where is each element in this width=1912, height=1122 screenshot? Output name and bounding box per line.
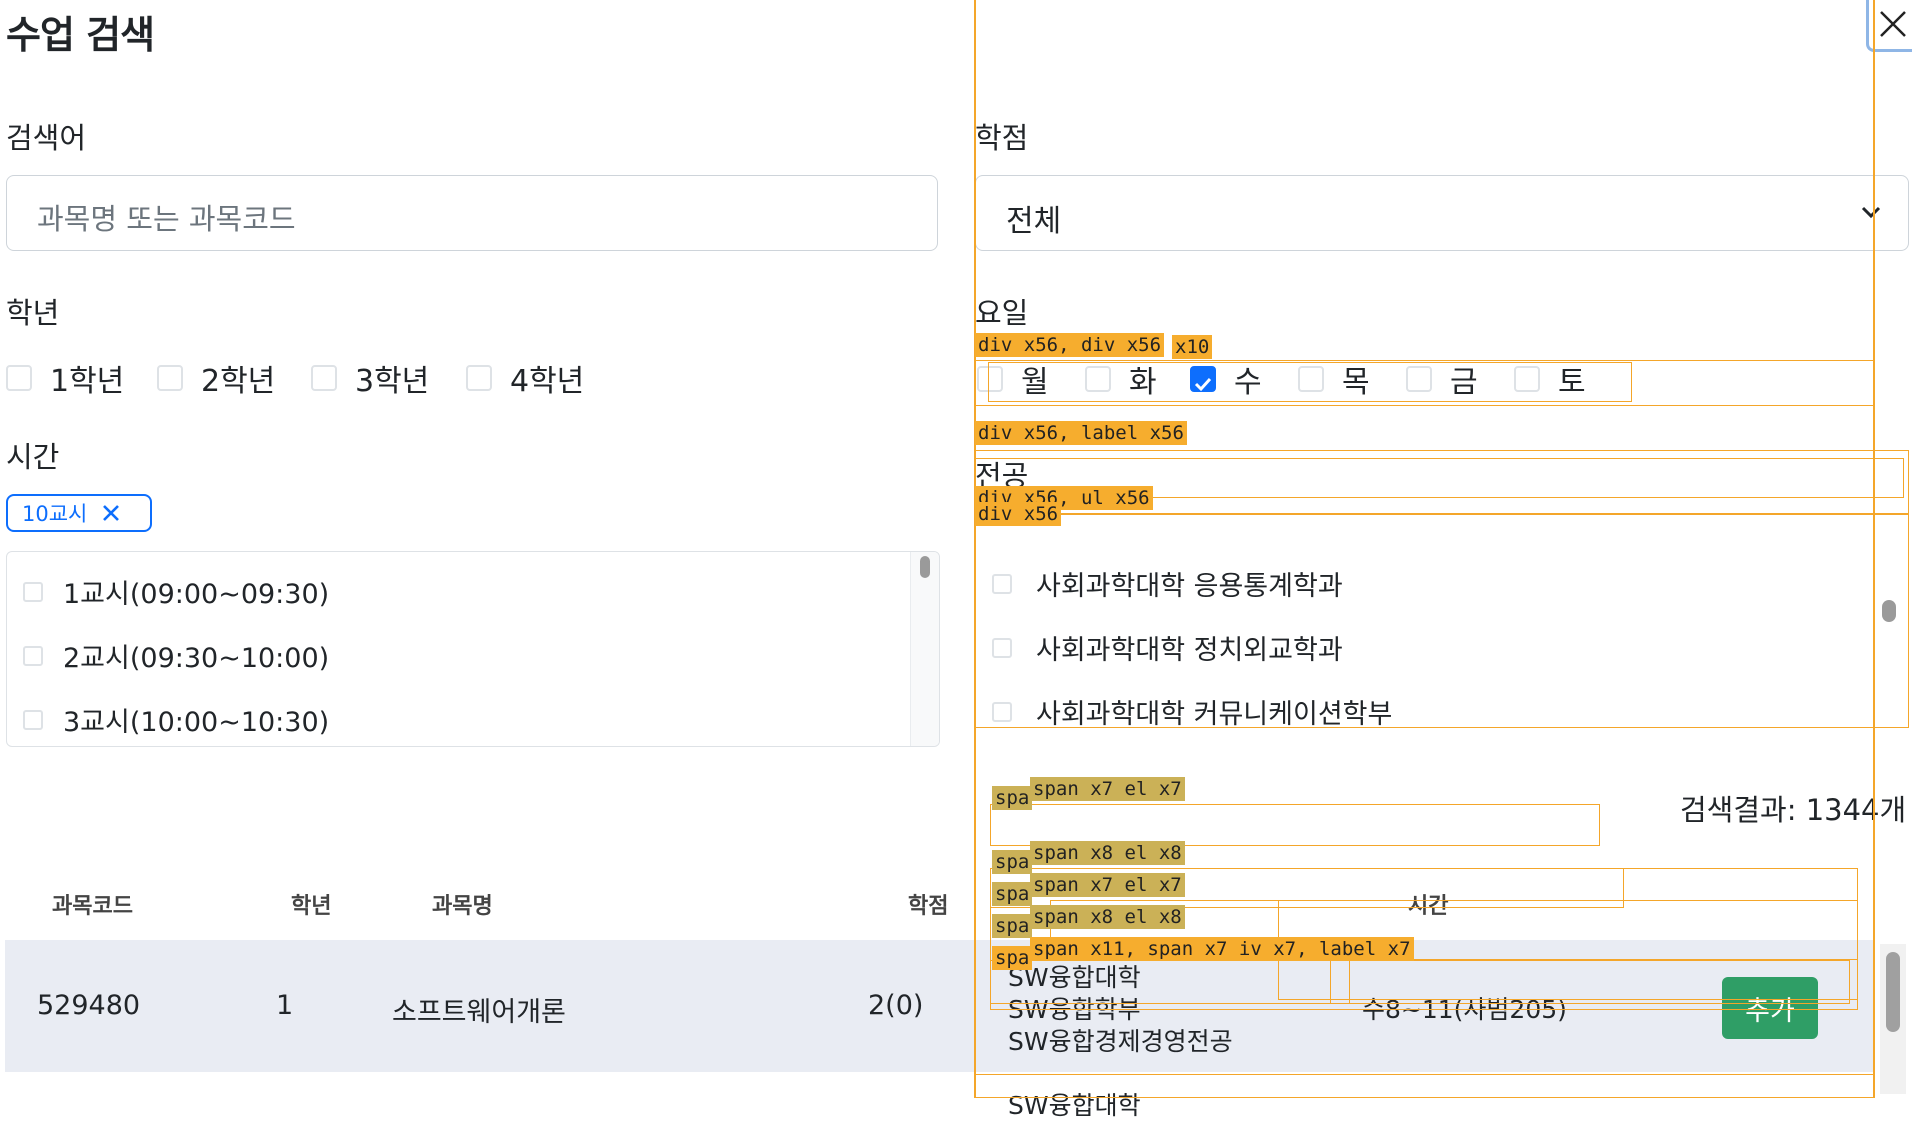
check-icon <box>1194 377 1212 392</box>
day-option-thu[interactable]: 목 <box>1298 357 1370 401</box>
column-header-name: 과목명 <box>432 894 493 919</box>
checkbox[interactable] <box>1085 366 1111 392</box>
remove-chip-icon[interactable] <box>101 503 121 523</box>
overlay-tag: span x11, span x7 iv x7, label x7 <box>1030 937 1414 961</box>
close-icon <box>1880 11 1906 37</box>
cell-grade: 1 <box>276 990 294 1021</box>
page-title: 수업 검색 <box>6 13 155 57</box>
cell-credit: 2(0) <box>868 990 924 1021</box>
day-option-wed[interactable]: 수 <box>1190 357 1262 401</box>
overlay-tag: span x8 el x8 <box>1030 905 1185 929</box>
overlay-tag: spa <box>992 850 1033 874</box>
overlay-tag: div x56 <box>975 502 1062 526</box>
checkbox[interactable] <box>157 365 183 391</box>
cell-time: 수8~11(사범205) <box>1362 995 1567 1024</box>
cell-code: 529480 <box>37 990 141 1021</box>
column-header-grade: 학년 <box>291 894 332 919</box>
scrollbar[interactable] <box>910 552 939 746</box>
credit-select-value: 전체 <box>1006 204 1062 239</box>
overlay-tag: span x7 el x7 <box>1030 873 1185 897</box>
time-option[interactable]: 3교시(10:00~10:30) <box>23 700 329 739</box>
checkbox[interactable] <box>23 645 43 666</box>
grade-option-4[interactable]: 4학년 <box>466 356 584 400</box>
day-option-fri[interactable]: 금 <box>1406 357 1478 401</box>
overlay-tag: span x8 el x8 <box>1030 841 1185 865</box>
time-filter-chip[interactable]: 10교시 <box>6 494 152 532</box>
search-placeholder: 과목명 또는 과목코드 <box>37 202 296 236</box>
cell-major-line-2: SW융합학부 <box>1008 995 1141 1024</box>
checkbox[interactable] <box>6 365 32 391</box>
search-input[interactable]: 과목명 또는 과목코드 <box>6 175 938 251</box>
checkbox-checked[interactable] <box>1190 366 1216 392</box>
grade-option-3[interactable]: 3학년 <box>311 356 429 400</box>
cell-name: 소프트웨어개론 <box>392 997 566 1028</box>
checkbox[interactable] <box>977 366 1003 392</box>
overlay-tag: spa <box>992 914 1033 938</box>
major-option[interactable]: 사회과학대학 커뮤니케이션학부 <box>992 692 1392 731</box>
chip-label: 10교시 <box>22 502 88 526</box>
checkbox[interactable] <box>23 581 43 602</box>
overlay-tag: x10 <box>1172 335 1213 359</box>
search-label: 검색어 <box>6 121 87 155</box>
overlay-tag: spa <box>992 786 1033 810</box>
checkbox[interactable] <box>1406 366 1432 392</box>
overlay-tag: spa <box>992 946 1033 970</box>
day-label: 요일 <box>975 296 1029 330</box>
time-option[interactable]: 1교시(09:00~09:30) <box>23 572 329 611</box>
checkbox[interactable] <box>992 573 1012 594</box>
overlay-tag: div x56, label x56 <box>975 421 1187 445</box>
checkbox[interactable] <box>466 365 492 391</box>
checkbox[interactable] <box>1298 366 1324 392</box>
grade-option-1[interactable]: 1학년 <box>6 356 124 400</box>
column-header-time: 시간 <box>1408 894 1449 919</box>
scrollbar-thumb[interactable] <box>920 556 930 578</box>
major-scrollbar-thumb[interactable] <box>1882 600 1896 622</box>
cell-major-line-3: SW융합경제경영전공 <box>1008 1027 1233 1056</box>
time-label: 시간 <box>6 440 60 474</box>
add-button[interactable]: 추가 <box>1722 977 1818 1039</box>
day-option-tue[interactable]: 화 <box>1085 357 1157 401</box>
next-row-major-partial: SW융합대학 <box>1008 1091 1141 1120</box>
overlay-tag: spa <box>992 882 1033 906</box>
table-scrollbar[interactable] <box>1880 944 1906 1094</box>
column-header-credit: 학점 <box>908 894 949 919</box>
day-option-mon[interactable]: 월 <box>977 357 1049 401</box>
grade-option-2[interactable]: 2학년 <box>157 356 275 400</box>
close-button[interactable] <box>1866 0 1912 52</box>
credit-label: 학점 <box>975 121 1029 155</box>
major-option[interactable]: 사회과학대학 응용통계학과 <box>992 564 1343 603</box>
day-option-sat[interactable]: 토 <box>1514 357 1586 401</box>
checkbox[interactable] <box>992 701 1012 722</box>
checkbox[interactable] <box>992 637 1012 658</box>
checkbox[interactable] <box>1514 366 1540 392</box>
time-list[interactable]: 1교시(09:00~09:30) 2교시(09:30~10:00) 3교시(10… <box>6 551 940 747</box>
result-count: 검색결과: 1344개 <box>1680 793 1907 827</box>
overlay-outline <box>990 804 1600 846</box>
checkbox[interactable] <box>23 709 43 730</box>
overlay-tag: span x7 el x7 <box>1030 777 1185 801</box>
chevron-down-icon <box>1861 206 1881 219</box>
credit-select[interactable]: 전체 <box>975 175 1909 251</box>
table-scrollbar-thumb[interactable] <box>1886 952 1900 1032</box>
major-option[interactable]: 사회과학대학 정치외교학과 <box>992 628 1343 667</box>
overlay-tag: div x56, div x56 <box>975 333 1165 357</box>
time-option[interactable]: 2교시(09:30~10:00) <box>23 636 329 675</box>
column-header-code: 과목코드 <box>52 894 133 919</box>
checkbox[interactable] <box>311 365 337 391</box>
grade-label: 학년 <box>6 296 60 330</box>
